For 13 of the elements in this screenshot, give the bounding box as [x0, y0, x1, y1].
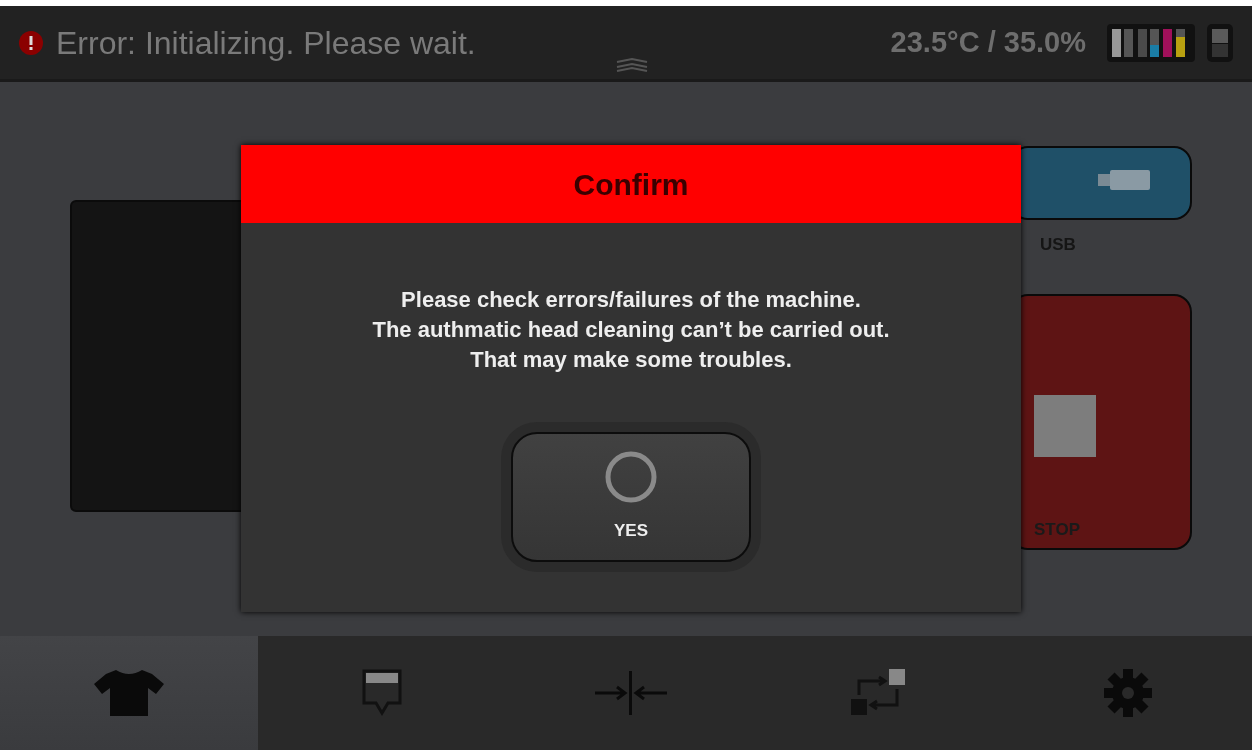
circle-icon	[604, 450, 658, 505]
status-message: Error: Initializing. Please wait.	[56, 23, 476, 63]
ink-level-icon[interactable]	[1106, 22, 1196, 63]
temperature-humidity: 23.5°C / 35.0%	[890, 24, 1086, 60]
tshirt-icon	[94, 668, 164, 718]
stop-icon	[1034, 394, 1096, 457]
settings-icon	[1101, 667, 1154, 719]
waste-tank-icon[interactable]	[1206, 22, 1234, 63]
dialog-message: Please check errors/failures of the machine. The authmatic head cleaning can’t be carried out. That may make some troubles.	[372, 286, 890, 374]
nav-tab[interactable]	[0, 636, 258, 750]
align-arrows-icon	[592, 669, 669, 717]
expand-icon[interactable]	[615, 58, 649, 72]
dialog-title: Confirm	[573, 166, 689, 203]
